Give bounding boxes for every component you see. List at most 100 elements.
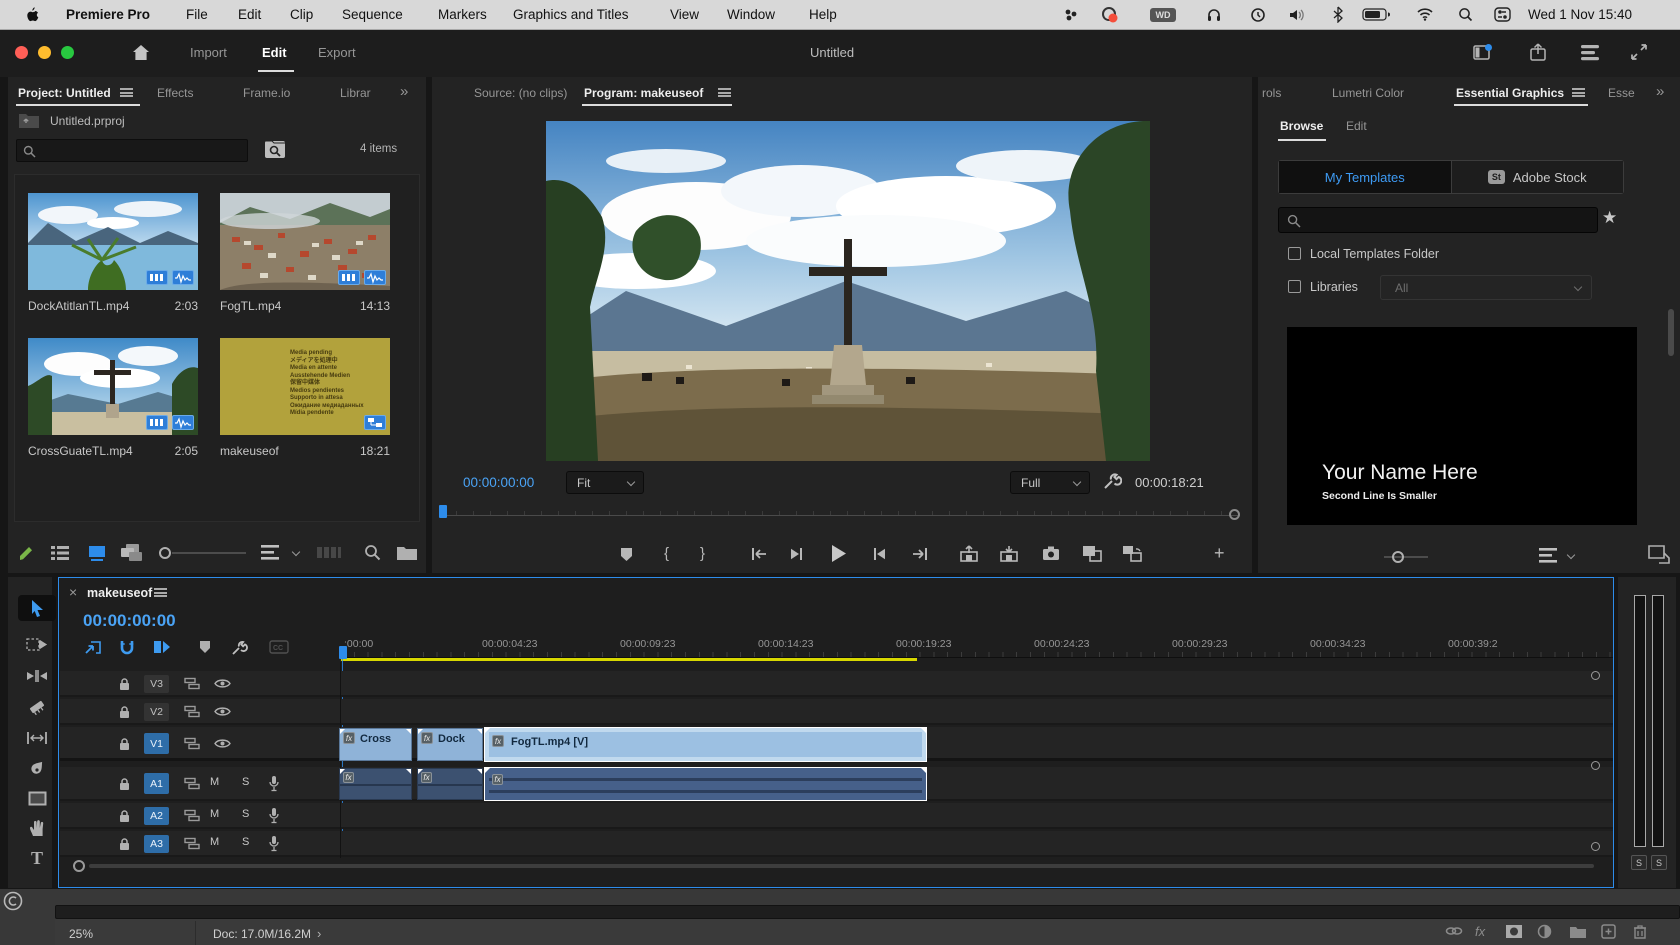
- doc-size-status[interactable]: Doc: 17.0M/16.2M: [213, 927, 311, 941]
- close-window-button[interactable]: [15, 46, 28, 59]
- comparison-view-icon[interactable]: [1082, 545, 1102, 562]
- new-item-icon[interactable]: [1648, 545, 1670, 564]
- templates-search-input[interactable]: [1278, 207, 1598, 233]
- zoom-percentage[interactable]: 25%: [69, 927, 93, 941]
- my-templates-button[interactable]: My Templates: [1279, 161, 1452, 193]
- template-preview[interactable]: Your Name Here Second Line Is Smaller: [1287, 327, 1637, 525]
- lock-icon[interactable]: [118, 737, 131, 751]
- sync-lock-icon[interactable]: [184, 809, 200, 822]
- graphics-panel-menu-icon[interactable]: [1572, 88, 1585, 97]
- tab-frameio[interactable]: Frame.io: [243, 86, 290, 100]
- timeline-clip-audio[interactable]: fx: [417, 768, 483, 800]
- timeline-timecode[interactable]: 00:00:00:00: [83, 611, 176, 631]
- selection-tool[interactable]: [18, 595, 56, 621]
- timeline-clip-video[interactable]: fx Cross: [339, 728, 412, 761]
- search-bin-icon[interactable]: [263, 138, 287, 160]
- program-panel-menu-icon[interactable]: [718, 88, 731, 97]
- timeline-horizontal-scrollbar[interactable]: [73, 859, 1601, 873]
- tab-project[interactable]: Project: Untitled: [18, 86, 111, 100]
- sync-lock-icon[interactable]: [184, 705, 200, 718]
- track-zoom-handle[interactable]: [1591, 842, 1600, 851]
- control-center-icon[interactable]: [1494, 7, 1511, 22]
- track-target-badge[interactable]: V1: [144, 733, 169, 754]
- mode-tab-edit[interactable]: Edit: [262, 45, 287, 60]
- go-to-out-icon[interactable]: [912, 547, 929, 561]
- track-select-forward-tool[interactable]: [18, 631, 56, 657]
- slip-tool[interactable]: [18, 725, 56, 751]
- program-scrubber[interactable]: [439, 505, 1240, 523]
- sync-lock-icon[interactable]: [184, 837, 200, 850]
- panel-overflow-icon[interactable]: »: [1656, 83, 1664, 100]
- preview-size-slider[interactable]: [1384, 551, 1428, 563]
- track-header-a2[interactable]: A2 M S: [60, 803, 340, 829]
- nest-sequences-icon[interactable]: [83, 640, 101, 655]
- mark-in-icon[interactable]: {: [664, 545, 669, 562]
- app-badge-icon[interactable]: [1100, 6, 1120, 24]
- mute-track-button[interactable]: M: [210, 836, 219, 848]
- add-marker-icon[interactable]: [620, 547, 633, 562]
- menu-edit[interactable]: Edit: [238, 7, 261, 22]
- program-video-frame[interactable]: [546, 121, 1150, 461]
- panel-scrollbar[interactable]: [1668, 309, 1674, 356]
- solo-track-button[interactable]: S: [242, 836, 249, 848]
- solo-track-button[interactable]: S: [242, 808, 249, 820]
- track-header-v2[interactable]: V2: [60, 699, 340, 725]
- workspaces-icon[interactable]: [1580, 44, 1600, 61]
- lock-icon[interactable]: [118, 705, 131, 719]
- minimize-window-button[interactable]: [38, 46, 51, 59]
- menu-sequence[interactable]: Sequence: [342, 7, 403, 22]
- snap-magnet-icon[interactable]: [119, 639, 135, 656]
- track-header-a1[interactable]: A1 M S: [60, 767, 340, 801]
- project-panel-menu-icon[interactable]: [120, 88, 133, 97]
- delete-layer-trash-icon[interactable]: [1633, 924, 1647, 939]
- tab-essential-sound[interactable]: Esse: [1608, 86, 1635, 100]
- razor-tool[interactable]: [18, 694, 56, 720]
- new-bin-icon[interactable]: [396, 544, 418, 561]
- time-machine-icon[interactable]: [1250, 7, 1266, 23]
- solo-track-button[interactable]: S: [242, 776, 249, 788]
- timeline-close-icon[interactable]: ×: [69, 584, 77, 600]
- layer-mask-icon[interactable]: [1505, 924, 1523, 939]
- track-target-badge[interactable]: A2: [144, 807, 169, 825]
- panel-overflow-icon[interactable]: »: [400, 83, 408, 100]
- zoom-window-button[interactable]: [61, 46, 74, 59]
- step-forward-icon[interactable]: [872, 547, 886, 561]
- monitor-settings-wrench-icon[interactable]: [1102, 471, 1122, 491]
- project-search-input[interactable]: [16, 139, 248, 162]
- timeline-panel-menu-icon[interactable]: [154, 588, 167, 597]
- tab-lumetri-color[interactable]: Lumetri Color: [1332, 86, 1404, 100]
- project-item-name[interactable]: makeuseof: [220, 444, 279, 458]
- sort-chevron-icon[interactable]: [1567, 551, 1575, 559]
- project-item-name[interactable]: FogTL.mp4: [220, 299, 281, 313]
- link-layers-icon[interactable]: [1445, 925, 1463, 937]
- track-target-badge[interactable]: V2: [144, 703, 169, 721]
- add-marker-icon[interactable]: [199, 640, 211, 654]
- sort-icon[interactable]: [1538, 547, 1558, 564]
- menu-help[interactable]: Help: [809, 7, 837, 22]
- project-item-thumbnail[interactable]: Media pendingメディアを処理中 Media en attenteAu…: [220, 338, 390, 435]
- menu-file[interactable]: File: [186, 7, 208, 22]
- mute-track-button[interactable]: M: [210, 776, 219, 788]
- wifi-icon[interactable]: [1416, 7, 1434, 21]
- track-lane-a3[interactable]: [341, 831, 1613, 857]
- sort-chevron-icon[interactable]: [292, 548, 300, 556]
- tab-libraries[interactable]: Librar: [340, 86, 371, 100]
- local-templates-checkbox[interactable]: [1288, 247, 1301, 260]
- favorites-star-icon[interactable]: ★: [1602, 208, 1617, 228]
- project-item-name[interactable]: DockAtitlanTL.mp4: [28, 299, 129, 313]
- track-lane-v2[interactable]: [341, 699, 1613, 725]
- sort-icon[interactable]: [260, 544, 280, 561]
- tab-program[interactable]: Program: makeuseof: [584, 86, 703, 100]
- menu-view[interactable]: View: [670, 7, 699, 22]
- voiceover-mic-icon[interactable]: [268, 807, 280, 824]
- go-to-in-icon[interactable]: [750, 547, 767, 561]
- timeline-clip-audio[interactable]: fx: [339, 768, 412, 800]
- bin-breadcrumb[interactable]: Untitled.prproj: [50, 114, 125, 128]
- volume-icon[interactable]: [1288, 7, 1306, 23]
- share-icon[interactable]: [1529, 42, 1547, 62]
- find-icon[interactable]: [364, 544, 381, 561]
- menu-clip[interactable]: Clip: [290, 7, 313, 22]
- libraries-checkbox[interactable]: [1288, 280, 1301, 293]
- sync-lock-icon[interactable]: [184, 677, 200, 690]
- tab-essential-graphics[interactable]: Essential Graphics: [1456, 86, 1564, 100]
